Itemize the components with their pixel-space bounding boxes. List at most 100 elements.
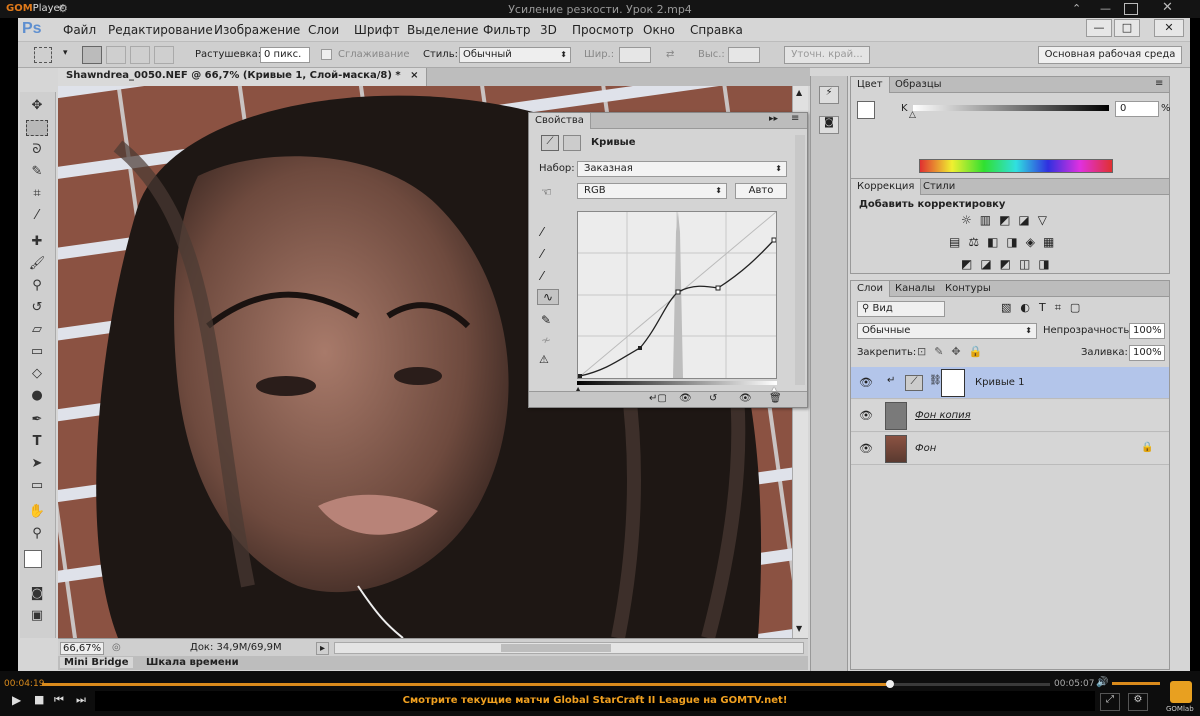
smooth-curve-icon[interactable]: ≁	[541, 333, 551, 347]
refine-edge-button[interactable]: Уточн. край...	[784, 46, 870, 64]
intersect-selection-icon[interactable]	[154, 46, 174, 64]
channel-select[interactable]: RGB ⬍	[577, 183, 727, 199]
history-panel-icon[interactable]: ⚡	[819, 86, 839, 104]
healing-brush-tool-icon[interactable]: ✚	[24, 232, 50, 252]
ticker-text[interactable]: Смотрите текущие матчи Global StarCraft …	[95, 691, 1095, 711]
volume-icon[interactable]: 🔊	[1096, 677, 1108, 688]
scroll-up-icon[interactable]: ▲	[796, 88, 802, 97]
properties-scrollbar[interactable]	[795, 135, 805, 385]
previous-icon[interactable]: ⏮	[54, 693, 64, 707]
layer-row-background-copy[interactable]: 👁 Фон копия	[851, 400, 1169, 432]
menu-view[interactable]: Просмотр	[572, 23, 634, 37]
zoom-info-icon[interactable]: ◎	[112, 642, 121, 653]
stamp-tool-icon[interactable]: ⚲	[24, 276, 50, 296]
gradient-tool-icon[interactable]: ▭	[24, 342, 50, 362]
ps-close-button[interactable]: ✕	[1154, 19, 1184, 37]
eye-icon[interactable]: 👁	[859, 409, 873, 422]
gray-point-eyedropper-icon[interactable]: ⁄	[541, 247, 543, 261]
play-icon[interactable]: ▶	[12, 693, 21, 707]
black-point-eyedropper-icon[interactable]: ⁄	[541, 225, 543, 239]
menu-type[interactable]: Шрифт	[354, 23, 400, 37]
tab-swatches[interactable]: Образцы	[889, 77, 948, 93]
dodge-tool-icon[interactable]: ●	[24, 386, 50, 406]
workspace-select[interactable]: Основная рабочая среда	[1038, 46, 1182, 64]
quick-select-tool-icon[interactable]: ✎	[24, 162, 50, 182]
seek-thumb[interactable]	[886, 680, 894, 688]
preset-select[interactable]: Заказная ⬍	[577, 161, 787, 177]
new-selection-icon[interactable]	[82, 46, 102, 64]
close-icon[interactable]: ✕	[1162, 0, 1173, 15]
menu-image[interactable]: Изображение	[214, 23, 300, 37]
tab-adjustments[interactable]: Коррекция	[851, 179, 922, 195]
view-previous-icon[interactable]: 👁	[679, 393, 692, 404]
menu-help[interactable]: Справка	[690, 23, 743, 37]
k-value-input[interactable]: 0	[1115, 101, 1159, 117]
menu-filter[interactable]: Фильтр	[483, 23, 530, 37]
tab-layers[interactable]: Слои	[851, 281, 890, 297]
close-tab-icon[interactable]: ×	[410, 70, 418, 81]
auto-button[interactable]: Авто	[735, 183, 787, 199]
shape-tool-icon[interactable]: ▭	[24, 476, 50, 496]
feather-input[interactable]: 0 пикс.	[260, 47, 310, 63]
eye-icon[interactable]: 👁	[859, 376, 873, 389]
scroll-down-icon[interactable]: ▼	[796, 624, 802, 633]
eraser-tool-icon[interactable]: ▱	[24, 320, 50, 340]
reset-icon[interactable]: ↺	[709, 393, 717, 404]
screen-ratio-icon[interactable]: ⤢	[1100, 693, 1120, 711]
white-point-eyedropper-icon[interactable]: ⁄	[541, 269, 543, 283]
delete-icon[interactable]: 🗑	[769, 393, 782, 404]
actions-panel-icon[interactable]: ◙	[819, 116, 839, 134]
antialias-checkbox[interactable]	[321, 49, 332, 60]
eye-icon[interactable]: 👁	[859, 442, 873, 455]
draw-curve-icon[interactable]: ✎	[541, 313, 551, 327]
k-slider-thumb-icon[interactable]: △	[909, 110, 916, 120]
visibility-icon[interactable]: 👁	[739, 393, 752, 404]
layer-filter-icons[interactable]: ▧◐T⌗▢	[1001, 301, 1089, 315]
layer-name[interactable]: Кривые 1	[975, 377, 1024, 388]
opacity-input[interactable]: 100%	[1129, 323, 1165, 339]
adjustment-icons-row-1[interactable]: ☼▥◩◪▽	[961, 213, 1055, 227]
menu-file[interactable]: Файл	[63, 23, 96, 37]
menu-select[interactable]: Выделение	[407, 23, 478, 37]
target-adjust-icon[interactable]: ☜	[541, 185, 552, 199]
collapse-icon[interactable]: ▸▸	[769, 114, 778, 124]
zoom-field[interactable]: 66,67%	[60, 642, 104, 655]
adjustment-icons-row-3[interactable]: ◩◪◩◫◨	[961, 257, 1058, 271]
layer-row-background[interactable]: 👁 Фон 🔒	[851, 433, 1169, 465]
panel-menu-icon[interactable]: ≡	[1155, 78, 1163, 89]
chain-link-icon[interactable]: ⛓	[929, 375, 942, 386]
mask-icon[interactable]	[563, 135, 581, 151]
path-select-tool-icon[interactable]: ➤	[24, 454, 50, 474]
blur-tool-icon[interactable]: ◇	[24, 364, 50, 384]
ps-minimize-button[interactable]: —	[1086, 19, 1112, 37]
type-tool-icon[interactable]: T	[24, 432, 50, 452]
menu-3d[interactable]: 3D	[540, 23, 557, 37]
add-selection-icon[interactable]	[106, 46, 126, 64]
history-brush-tool-icon[interactable]: ↺	[24, 298, 50, 318]
tab-color[interactable]: Цвет	[851, 77, 890, 93]
foreground-color-swatch[interactable]	[24, 550, 42, 568]
height-input[interactable]	[728, 47, 760, 63]
layer-name[interactable]: Фон	[915, 443, 936, 454]
layer-row-curves[interactable]: 👁 ↵ ⟋ ⛓ Кривые 1	[851, 367, 1169, 399]
minimize-icon[interactable]: —	[1100, 2, 1111, 15]
tab-paths[interactable]: Контуры	[939, 281, 997, 297]
swap-icon[interactable]: ⇄	[666, 49, 674, 60]
layer-filter-select[interactable]: ⚲ Вид	[857, 301, 945, 317]
next-icon[interactable]: ⏭	[76, 693, 86, 707]
subtract-selection-icon[interactable]	[130, 46, 150, 64]
panel-menu-icon[interactable]: ≡	[791, 113, 799, 124]
pen-tool-icon[interactable]: ✒	[24, 410, 50, 430]
adjustment-icons-row-2[interactable]: ▤⚖◧◨◈▦	[949, 235, 1062, 249]
lasso-tool-icon[interactable]: ᘐ	[24, 140, 50, 160]
lock-icons[interactable]: ⊡✎✥🔒	[917, 345, 990, 358]
layer-name[interactable]: Фон копия	[915, 410, 971, 421]
curves-graph[interactable]	[577, 211, 777, 379]
marquee-tool-preset-icon[interactable]	[34, 47, 52, 63]
tab-timeline[interactable]: Шкала времени	[142, 657, 243, 668]
gomlab-logo[interactable]	[1170, 681, 1192, 703]
chevron-down-icon[interactable]: ▾	[63, 48, 68, 58]
stop-icon[interactable]: ■	[34, 693, 44, 706]
clip-to-layer-icon[interactable]: ↵▢	[649, 393, 667, 404]
tab-channels[interactable]: Каналы	[889, 281, 941, 297]
